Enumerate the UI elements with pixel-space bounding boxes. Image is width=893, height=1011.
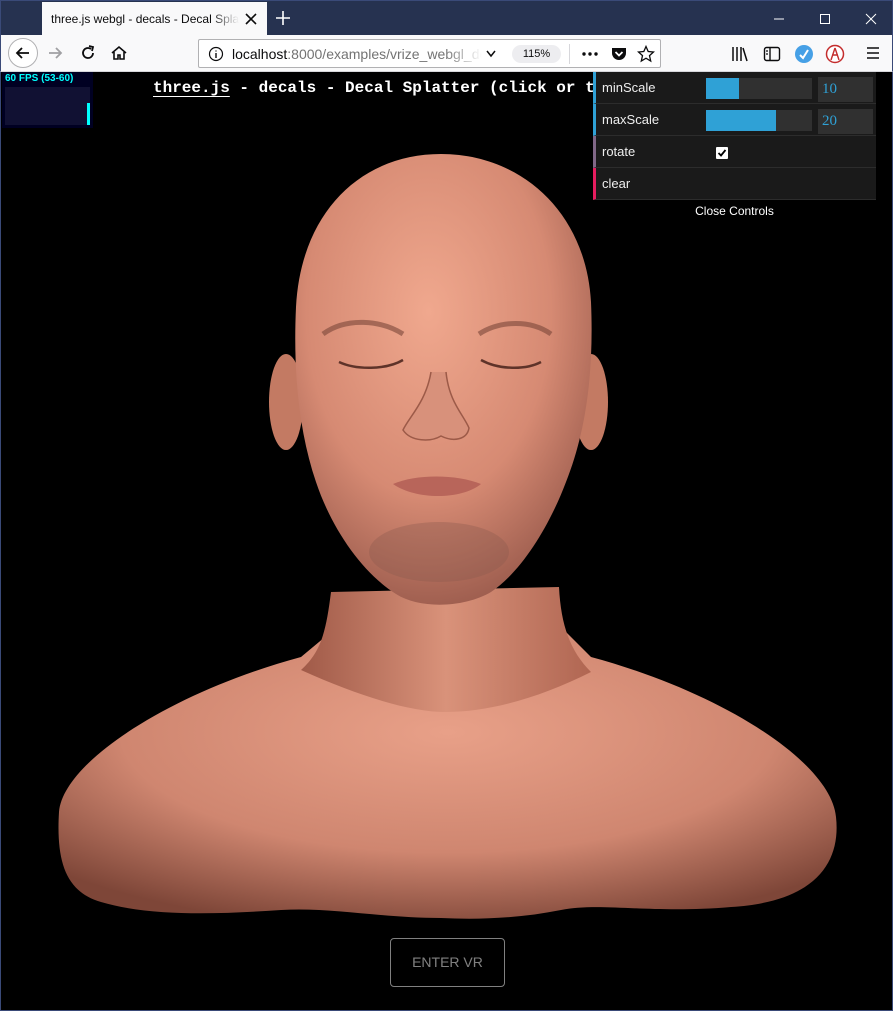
- reload-button[interactable]: [74, 39, 102, 67]
- url-host: localhost: [232, 46, 288, 62]
- rotate-label: rotate: [602, 144, 636, 159]
- minimize-icon: [774, 18, 784, 19]
- stubble-shadow: [369, 522, 509, 582]
- home-icon: [111, 45, 127, 60]
- clear-control[interactable]: clear: [593, 168, 876, 200]
- minimize-button[interactable]: [756, 1, 802, 36]
- max-scale-label: maxScale: [602, 112, 660, 127]
- reload-icon: [82, 45, 95, 59]
- max-scale-slider[interactable]: [706, 110, 812, 131]
- bookmark-star-icon[interactable]: [637, 45, 655, 63]
- rotate-control[interactable]: rotate: [593, 136, 876, 168]
- clear-label: clear: [602, 176, 631, 191]
- sidebar-icon[interactable]: [763, 46, 781, 62]
- min-scale-label: minScale: [602, 80, 656, 95]
- shield-icon[interactable]: [825, 44, 845, 64]
- back-arrow-icon: [15, 47, 29, 59]
- threejs-link[interactable]: three.js: [153, 79, 230, 97]
- library-icon[interactable]: [731, 46, 749, 62]
- rotate-checkbox[interactable]: [716, 147, 728, 159]
- close-controls-button[interactable]: Close Controls: [593, 200, 876, 222]
- chevron-down-icon[interactable]: [485, 49, 497, 59]
- zoom-indicator[interactable]: 115%: [512, 45, 561, 63]
- window-close-button[interactable]: [848, 1, 893, 36]
- fps-readout: 60 FPS (53-60): [5, 73, 74, 84]
- max-scale-control: maxScale 20: [593, 104, 876, 136]
- close-icon[interactable]: [243, 11, 259, 27]
- min-scale-control: minScale 10: [593, 72, 876, 104]
- separator: [569, 44, 570, 64]
- max-scale-input[interactable]: 20: [818, 109, 873, 134]
- webgl-viewport[interactable]: 60 FPS (53-60) three.js - decals - Decal…: [0, 72, 893, 1011]
- window-title-bar: three.js webgl - decals - Decal Splatter: [0, 0, 893, 36]
- maximize-icon: [820, 13, 830, 24]
- controls-panel: minScale 10 maxScale 20 rotate clear Clo…: [593, 72, 876, 222]
- back-button[interactable]: [8, 38, 38, 68]
- browser-tab-active[interactable]: three.js webgl - decals - Decal Splatter: [42, 2, 267, 36]
- plus-icon[interactable]: [273, 8, 293, 28]
- checkmark-icon: [717, 149, 727, 157]
- pocket-icon[interactable]: [610, 45, 628, 63]
- maximize-button[interactable]: [802, 1, 848, 36]
- hamburger-menu-icon[interactable]: [865, 46, 881, 60]
- max-scale-slider-fill: [706, 110, 776, 131]
- more-icon[interactable]: [581, 47, 599, 61]
- forward-button[interactable]: [41, 39, 69, 67]
- close-icon: [865, 13, 877, 24]
- home-button[interactable]: [105, 39, 133, 67]
- extension-icon[interactable]: [794, 44, 814, 64]
- tab-title: three.js webgl - decals - Decal Splatter: [51, 12, 239, 26]
- enter-vr-button[interactable]: ENTER VR: [390, 938, 505, 987]
- address-bar[interactable]: localhost:8000/examples/vrize_webgl_deca…: [198, 39, 661, 68]
- url-text[interactable]: localhost:8000/examples/vrize_webgl_deca…: [232, 46, 482, 62]
- min-scale-input[interactable]: 10: [818, 77, 873, 102]
- min-scale-slider-fill: [706, 78, 739, 99]
- min-scale-slider[interactable]: [706, 78, 812, 99]
- navigation-toolbar: localhost:8000/examples/vrize_webgl_deca…: [0, 35, 893, 72]
- fps-graph: [5, 87, 90, 125]
- stats-panel[interactable]: 60 FPS (53-60): [2, 72, 93, 128]
- info-icon[interactable]: [208, 46, 224, 62]
- forward-arrow-icon: [49, 47, 63, 59]
- fps-graph-bar: [87, 103, 90, 125]
- url-path: :8000/examples/vrize_webgl_decals.html: [287, 46, 482, 62]
